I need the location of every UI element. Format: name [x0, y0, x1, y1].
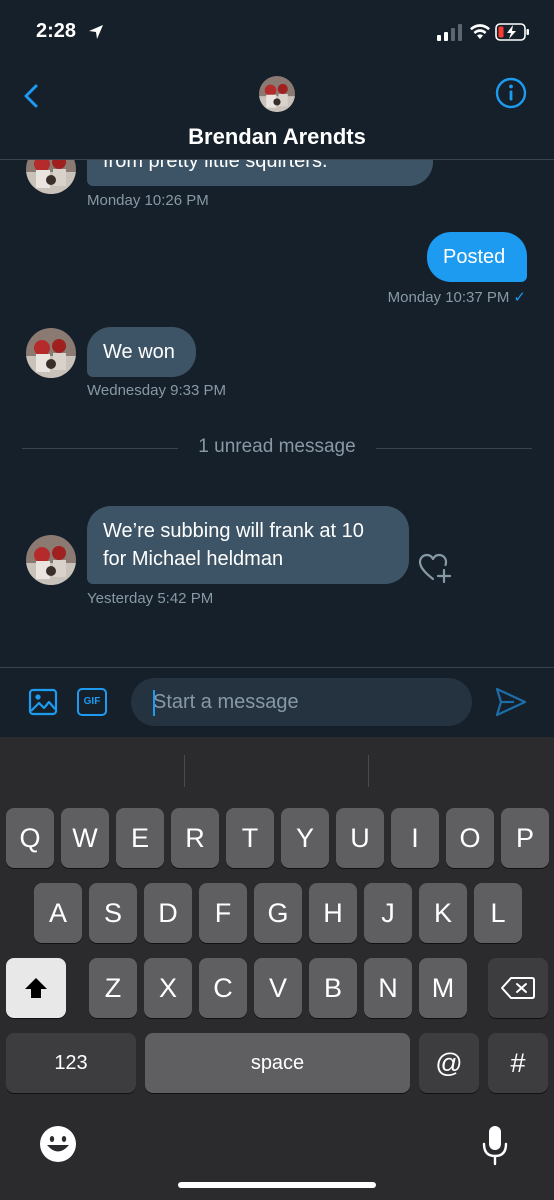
avatar-photo-icon	[26, 535, 76, 585]
key-i[interactable]: I	[391, 808, 439, 868]
message-timestamp: Yesterday 5:42 PM	[87, 590, 214, 607]
key-v[interactable]: V	[254, 958, 302, 1018]
sender-avatar[interactable]	[26, 328, 76, 378]
message-bubble-outgoing[interactable]: Posted	[427, 232, 527, 282]
key-z[interactable]: Z	[89, 958, 137, 1018]
key-o[interactable]: O	[446, 808, 494, 868]
message-text: Posted	[443, 246, 506, 268]
back-arrow-icon[interactable]	[14, 78, 50, 114]
message-text: from pretty little squirters.	[103, 160, 328, 172]
message-timestamp: Monday 10:37 PM ✓	[388, 288, 526, 306]
key-e[interactable]: E	[116, 808, 164, 868]
backspace-icon	[501, 977, 535, 999]
key-k[interactable]: K	[419, 883, 467, 943]
message-text-line: for Michael heldman	[103, 548, 284, 570]
message-bubble-incoming[interactable]: We’re subbing will frank at 10 for Micha…	[87, 506, 409, 584]
key-y[interactable]: Y	[281, 808, 329, 868]
header-avatar[interactable]	[259, 76, 295, 112]
message-bubble-incoming[interactable]: We won	[87, 327, 196, 377]
divider-line	[376, 448, 532, 449]
status-bar: 2:28	[0, 0, 554, 64]
add-reaction-heart-icon[interactable]	[418, 552, 452, 584]
key-c[interactable]: C	[199, 958, 247, 1018]
conversation-header: Brendan Arendts	[0, 64, 554, 160]
key-w[interactable]: W	[61, 808, 109, 868]
text-caret	[153, 690, 155, 716]
avatar-photo-icon	[26, 328, 76, 378]
key-g[interactable]: G	[254, 883, 302, 943]
key-b[interactable]: B	[309, 958, 357, 1018]
contact-name[interactable]: Brendan Arendts	[0, 124, 554, 150]
cellular-signal-icon	[437, 24, 462, 41]
key-n[interactable]: N	[364, 958, 412, 1018]
battery-icon	[495, 23, 529, 41]
key-m[interactable]: M	[419, 958, 467, 1018]
prediction-separator	[184, 755, 185, 787]
emoji-icon[interactable]	[38, 1124, 78, 1164]
key-r[interactable]: R	[171, 808, 219, 868]
shift-arrow-icon	[25, 978, 47, 998]
sender-avatar[interactable]	[26, 160, 76, 194]
unread-divider-label: 1 unread message	[198, 436, 356, 457]
key-x[interactable]: X	[144, 958, 192, 1018]
key-l[interactable]: L	[474, 883, 522, 943]
image-icon[interactable]	[28, 687, 58, 717]
key-u[interactable]: U	[336, 808, 384, 868]
message-timestamp: Monday 10:26 PM	[87, 192, 209, 209]
key-f[interactable]: F	[199, 883, 247, 943]
message-input[interactable]	[131, 678, 472, 726]
key-p[interactable]: P	[501, 808, 549, 868]
message-text: We won	[103, 341, 175, 363]
microphone-icon[interactable]	[480, 1124, 510, 1166]
location-arrow-icon	[89, 25, 103, 39]
keyboard: Q W E R T Y U I O P A S D F G H J K L Z …	[0, 737, 554, 1200]
gif-button[interactable]: GIF	[77, 688, 107, 716]
sender-avatar[interactable]	[26, 535, 76, 585]
message-timestamp: Wednesday 9:33 PM	[87, 382, 226, 399]
timestamp-text: Monday 10:37 PM	[387, 289, 510, 306]
hash-key[interactable]: #	[488, 1033, 548, 1093]
avatar-photo-icon	[259, 76, 295, 112]
wifi-icon	[470, 24, 490, 39]
space-key[interactable]: space	[145, 1033, 410, 1093]
send-icon[interactable]	[494, 686, 528, 718]
key-h[interactable]: H	[309, 883, 357, 943]
key-d[interactable]: D	[144, 883, 192, 943]
info-icon[interactable]	[494, 76, 528, 110]
key-t[interactable]: T	[226, 808, 274, 868]
key-s[interactable]: S	[89, 883, 137, 943]
message-bubble-incoming[interactable]: from pretty little squirters.	[87, 160, 433, 186]
key-j[interactable]: J	[364, 883, 412, 943]
at-key[interactable]: @	[419, 1033, 479, 1093]
key-q[interactable]: Q	[6, 808, 54, 868]
avatar-photo-icon	[26, 160, 76, 194]
message-text-line: We’re subbing will frank at 10	[103, 520, 364, 542]
key-a[interactable]: A	[34, 883, 82, 943]
prediction-separator	[368, 755, 369, 787]
status-time: 2:28	[36, 20, 77, 42]
shift-key[interactable]	[6, 958, 66, 1018]
sent-check-icon: ✓	[513, 289, 526, 306]
conversation-thread[interactable]: from pretty little squirters. Monday 10:…	[0, 160, 554, 667]
home-indicator[interactable]	[178, 1182, 376, 1188]
numbers-key[interactable]: 123	[6, 1033, 136, 1093]
backspace-key[interactable]	[488, 958, 548, 1018]
message-composer: GIF	[0, 667, 554, 737]
